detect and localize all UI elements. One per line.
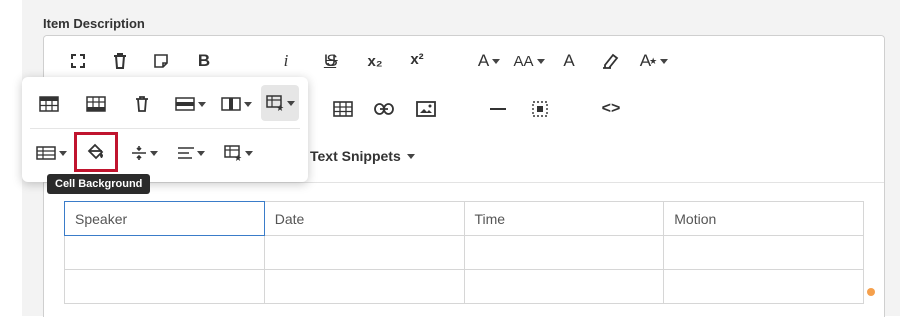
link-icon[interactable] bbox=[372, 94, 396, 124]
table-cell[interactable] bbox=[663, 269, 864, 304]
svg-text:★: ★ bbox=[276, 103, 284, 111]
table-cell-speaker[interactable]: Speaker bbox=[64, 201, 265, 236]
font-case-icon[interactable]: AA bbox=[511, 46, 547, 76]
status-dot bbox=[867, 288, 875, 296]
table-rows-icon[interactable] bbox=[168, 86, 212, 122]
table-cell-date[interactable]: Date bbox=[263, 201, 465, 236]
editor-content[interactable]: Speaker Date Time Motion bbox=[44, 183, 884, 317]
table-cell-time[interactable]: Time bbox=[463, 201, 665, 236]
cell-style-icon[interactable]: ★ bbox=[218, 135, 258, 171]
text-style-icon[interactable]: A ★ bbox=[638, 46, 670, 76]
tooltip: Cell Background bbox=[47, 174, 151, 194]
content-table[interactable]: Speaker Date Time Motion bbox=[64, 201, 864, 304]
font-size-label: A bbox=[477, 51, 490, 70]
font-size-icon[interactable]: A bbox=[474, 46, 504, 76]
table-columns-icon[interactable] bbox=[214, 86, 258, 122]
table-cell-motion[interactable]: Motion bbox=[663, 201, 864, 236]
table-cells-icon[interactable] bbox=[31, 135, 71, 171]
table-cell[interactable] bbox=[463, 235, 665, 270]
italic-icon[interactable]: i bbox=[276, 46, 296, 76]
table-style-icon[interactable]: ★ bbox=[261, 85, 299, 121]
table-cell[interactable] bbox=[663, 235, 864, 270]
text-color-label: A bbox=[563, 51, 575, 70]
code-view-icon[interactable]: <> bbox=[597, 94, 625, 124]
table-row bbox=[64, 235, 864, 270]
horizontal-line-icon[interactable] bbox=[486, 94, 510, 124]
table-cell[interactable] bbox=[263, 269, 465, 304]
bold-icon[interactable]: B bbox=[192, 46, 216, 76]
subscript-icon[interactable]: x₂ bbox=[362, 46, 388, 76]
table-footer-icon[interactable] bbox=[78, 86, 114, 122]
table-row: Speaker Date Time Motion bbox=[64, 201, 864, 236]
svg-text:★: ★ bbox=[234, 153, 242, 161]
table-cell[interactable] bbox=[64, 235, 265, 270]
field-label: Item Description bbox=[43, 16, 145, 31]
vertical-align-icon[interactable] bbox=[124, 135, 164, 171]
text-color-icon[interactable]: A bbox=[557, 46, 581, 76]
table-cell[interactable] bbox=[64, 269, 265, 304]
image-icon[interactable] bbox=[414, 94, 438, 124]
table-cell[interactable] bbox=[463, 269, 665, 304]
horizontal-align-icon[interactable] bbox=[171, 135, 211, 171]
select-all-icon[interactable] bbox=[528, 94, 552, 124]
superscript-icon[interactable]: x² bbox=[404, 44, 430, 74]
table-row bbox=[64, 269, 864, 304]
highlight-icon[interactable] bbox=[598, 46, 622, 76]
trash-icon[interactable] bbox=[110, 46, 130, 76]
font-case-label: AA bbox=[513, 52, 534, 70]
cell-background-icon[interactable] bbox=[74, 132, 118, 172]
note-icon[interactable] bbox=[151, 46, 171, 76]
table-icon[interactable] bbox=[331, 94, 355, 124]
delete-table-icon[interactable] bbox=[124, 86, 160, 122]
popup-divider bbox=[30, 128, 300, 129]
text-snippets-dropdown[interactable]: Text Snippets bbox=[310, 141, 420, 171]
table-edit-popup: ★ ★ bbox=[22, 77, 308, 182]
fullscreen-icon[interactable] bbox=[68, 46, 88, 76]
table-header-icon[interactable] bbox=[31, 86, 67, 122]
table-cell[interactable] bbox=[263, 235, 465, 270]
strikethrough-icon[interactable]: S bbox=[320, 46, 344, 76]
text-snippets-label: Text Snippets bbox=[310, 148, 401, 164]
